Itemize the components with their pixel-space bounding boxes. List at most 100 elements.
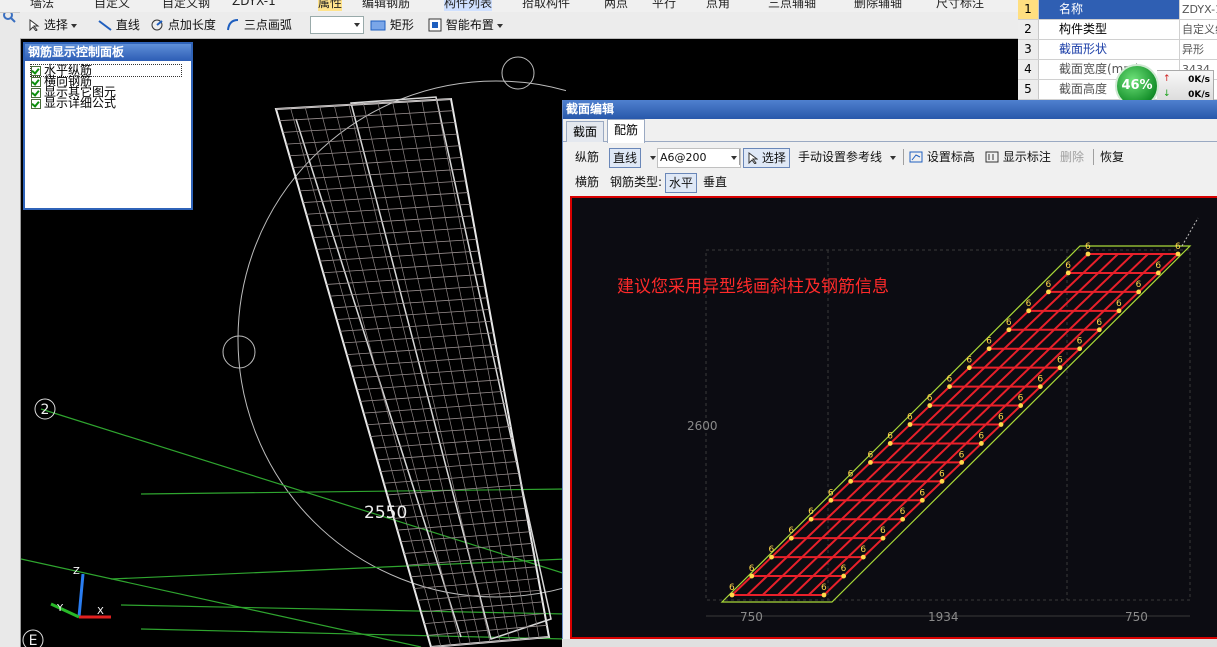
drawing-toolbar: 选择 直线 点加长度 三点画弧 矩形 智能布置 <box>20 12 1020 39</box>
svg-text:6: 6 <box>1026 299 1032 309</box>
section-drawing-view[interactable]: 6 6 6 6 6 6 6 6 6 6 6 6 6 6 6 6 6 6 6 6 6 6 6 6 6 6 6 6 6 6 6 6 6 6 6 6 6 6 2… <box>570 196 1217 639</box>
point-angle-button[interactable]: 点角 <box>706 0 730 11</box>
three-point-arc-tool[interactable]: 三点画弧 <box>226 16 292 34</box>
select-button[interactable]: 选择 <box>743 148 790 168</box>
svg-text:6: 6 <box>900 507 906 517</box>
mark-icon <box>985 151 999 163</box>
checkbox-icon[interactable] <box>31 98 41 109</box>
grid-axis-line <box>110 558 566 580</box>
property-value[interactable]: ZDYX-1 <box>1179 0 1217 19</box>
upload-arrow-icon: ↑ <box>1163 74 1171 84</box>
checkbox-icon[interactable] <box>31 76 41 87</box>
delete-button[interactable]: 删除 <box>1060 148 1084 166</box>
restore-button[interactable]: 恢复 <box>1100 148 1124 166</box>
property-row[interactable]: 3 截面形状 异形 <box>1018 40 1217 60</box>
svg-text:6: 6 <box>939 469 945 479</box>
svg-text:6: 6 <box>966 356 972 366</box>
svg-text:6: 6 <box>1136 280 1142 290</box>
chevron-down-icon[interactable] <box>496 23 503 28</box>
toolbar-item[interactable]: 自定义 <box>94 0 130 11</box>
svg-text:6: 6 <box>1096 318 1102 328</box>
row-number: 1 <box>1018 0 1039 19</box>
select-tool[interactable]: 选择 <box>28 16 77 34</box>
three-point-axis-button[interactable]: 三点辅轴 <box>768 0 816 11</box>
delete-axis-button[interactable]: 删除辅轴 <box>854 0 902 11</box>
rect-tool[interactable]: 矩形 <box>370 16 414 34</box>
right-dimension: 750 <box>1125 610 1148 624</box>
two-point-button[interactable]: 两点 <box>604 0 628 11</box>
rebar-spec-input[interactable]: A6@200 <box>657 148 741 168</box>
svg-text:6: 6 <box>1037 375 1043 385</box>
smart-layout-tool[interactable]: 智能布置 <box>428 16 503 34</box>
svg-text:6: 6 <box>1065 261 1071 271</box>
select-tool-label: 选择 <box>43 18 68 32</box>
toolbar-item[interactable]: ZDYX-1 <box>232 0 276 8</box>
select-label: 选择 <box>761 151 786 165</box>
toolbar-separator <box>739 149 740 165</box>
manual-ref-label: 手动设置参考线 <box>798 150 883 164</box>
chevron-down-icon[interactable] <box>650 156 656 160</box>
edit-rebar-button[interactable]: 编辑钢筋 <box>362 0 410 11</box>
line-tool[interactable]: 直线 <box>98 16 140 34</box>
chevron-down-icon[interactable] <box>890 155 897 160</box>
left-toolbar-strip <box>0 0 21 647</box>
grid-axis-line <box>140 488 566 495</box>
line-mode-button[interactable]: 直线 <box>609 148 642 168</box>
arc-option-select[interactable] <box>310 16 364 34</box>
axis-number-2: 2 <box>41 402 50 418</box>
dialog-bottom-strip <box>562 639 1217 647</box>
svg-text:6: 6 <box>841 564 847 574</box>
svg-text:6: 6 <box>1155 261 1161 271</box>
svg-text:6: 6 <box>998 413 1004 423</box>
toolbar-item[interactable]: 自定义钢 <box>162 0 210 11</box>
arc-tool-label: 三点画弧 <box>243 18 292 32</box>
checkbox-icon[interactable] <box>31 65 41 76</box>
transverse-toolbar: 横筋 钢筋类型: 水平 垂直 <box>563 170 1217 194</box>
toolbar-separator <box>1093 149 1094 165</box>
advice-text: 建议您采用异型线画斜柱及钢筋信息 <box>617 277 889 297</box>
svg-text:6: 6 <box>821 583 827 593</box>
set-elevation-button[interactable]: 设置标高 <box>909 148 975 166</box>
property-name: 构件类型 <box>1059 22 1108 36</box>
option-show-formula[interactable]: 显示详细公式 <box>31 97 191 109</box>
property-value[interactable]: 自定义线 <box>1179 20 1217 39</box>
chevron-down-icon[interactable] <box>70 23 77 28</box>
panel-title: 钢筋显示控制面板 <box>25 44 191 61</box>
dimension-button[interactable]: 尺寸标注 <box>936 0 984 11</box>
vertical-button[interactable]: 垂直 <box>703 173 727 191</box>
axis-y-label: Y <box>56 603 64 614</box>
property-value[interactable]: 异形 <box>1179 40 1217 59</box>
svg-text:6: 6 <box>788 526 794 536</box>
chevron-down-icon[interactable] <box>354 23 360 27</box>
manual-ref-button[interactable]: 手动设置参考线 <box>798 148 897 166</box>
smart-layout-label: 智能布置 <box>445 18 494 32</box>
svg-text:6: 6 <box>887 431 893 441</box>
download-arrow-icon: ↓ <box>1163 89 1171 99</box>
point-length-icon <box>151 19 163 31</box>
tab-rebar[interactable]: 配筋 <box>607 119 646 143</box>
checkbox-icon[interactable] <box>31 87 41 98</box>
mid-dimension: 1934 <box>928 610 959 624</box>
longitudinal-toolbar: 纵筋 直线 A6@200 选择 手动设置参考线 设置标高 显示标注 删除 恢复 <box>563 145 1217 169</box>
parallel-button[interactable]: 平行 <box>652 0 676 11</box>
pick-component-button[interactable]: 拾取构件 <box>522 0 570 11</box>
properties-button[interactable]: 属性 <box>318 0 343 11</box>
svg-text:6: 6 <box>959 450 965 460</box>
toolbar-item[interactable]: 墙法 <box>30 0 54 11</box>
tab-section[interactable]: 截面 <box>566 121 605 142</box>
svg-text:6: 6 <box>1006 318 1012 328</box>
point-length-tool[interactable]: 点加长度 <box>150 16 216 34</box>
property-row[interactable]: 1 名称 ZDYX-1 <box>1018 0 1217 20</box>
cursor-icon <box>748 152 759 165</box>
show-mark-button[interactable]: 显示标注 <box>985 148 1051 166</box>
component-list-button[interactable]: 构件列表 <box>444 0 493 11</box>
grid-axis-line <box>120 604 566 615</box>
svg-text:6: 6 <box>880 526 886 536</box>
property-row[interactable]: 2 构件类型 自定义线 <box>1018 20 1217 40</box>
arc-icon <box>227 19 239 31</box>
chevron-down-icon[interactable] <box>731 156 737 160</box>
svg-text:6: 6 <box>907 413 913 423</box>
dimension-label: 2550 <box>364 503 407 523</box>
slanted-column-wireframe[interactable] <box>274 96 552 647</box>
horizontal-button[interactable]: 水平 <box>665 173 698 193</box>
